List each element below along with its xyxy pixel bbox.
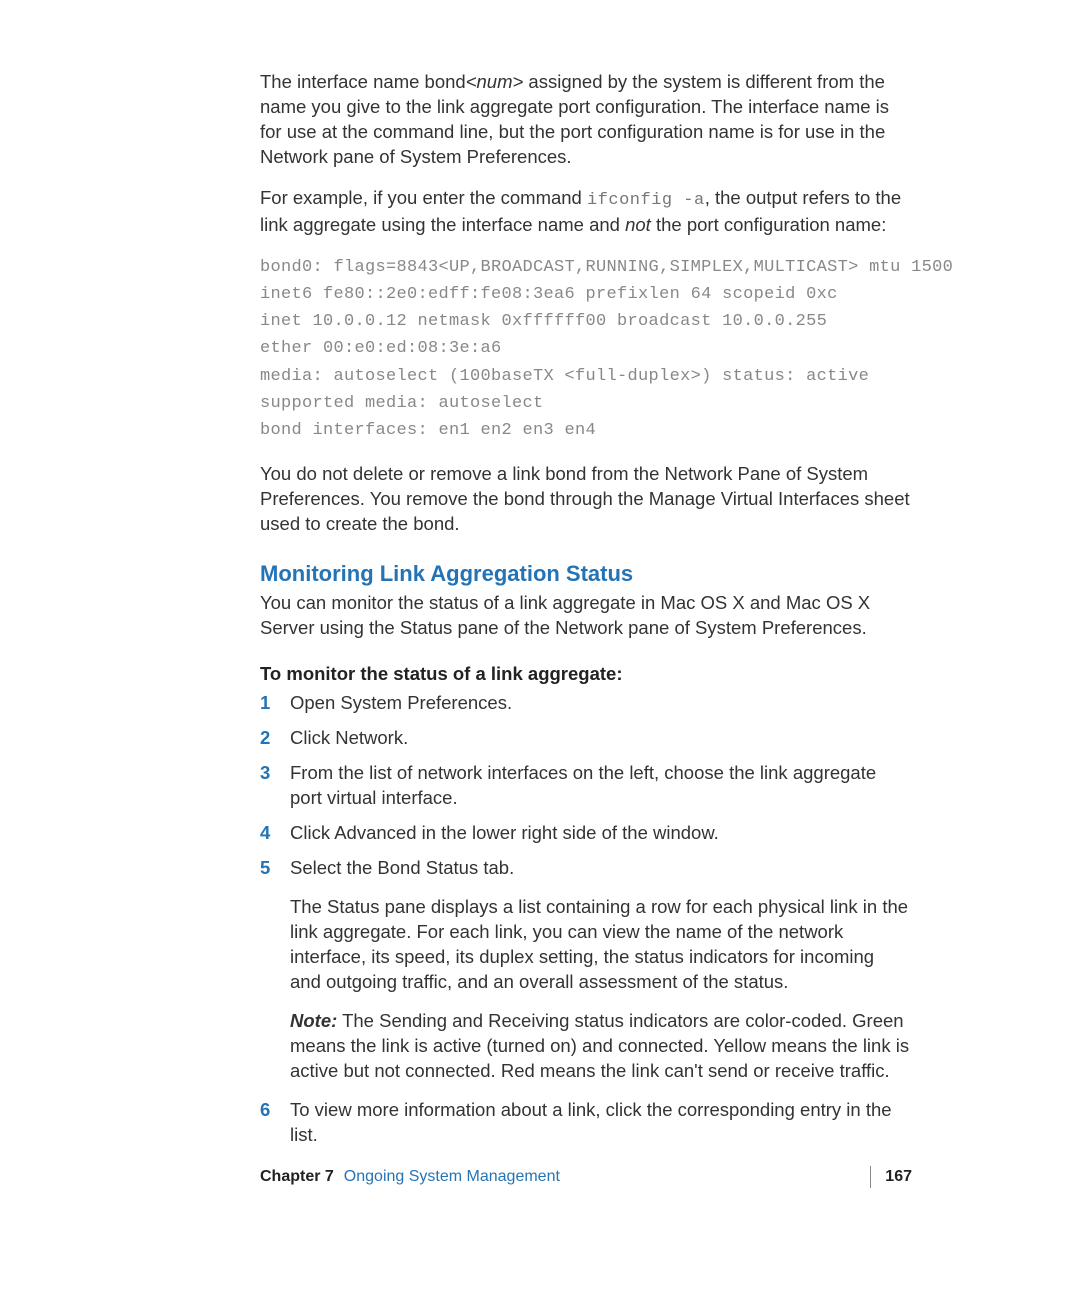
page-number: 167 <box>885 1168 912 1186</box>
step-2: Click Network. <box>260 726 910 751</box>
footer-right: 167 <box>856 1166 912 1188</box>
footer-divider <box>870 1166 871 1188</box>
footer-left: Chapter 7 Ongoing System Management <box>260 1168 560 1186</box>
code-line: inet6 fe80::2e0:edff:fe08:3ea6 prefixlen… <box>260 281 910 308</box>
code-line: media: autoselect (100baseTX <full-duple… <box>260 363 910 390</box>
note-text: The Sending and Receiving status indicat… <box>290 1010 909 1081</box>
step-6: To view more information about a link, c… <box>260 1098 910 1148</box>
text: For example, if you enter the command <box>260 187 587 208</box>
code-line: bond0: flags=8843<UP,BROADCAST,RUNNING,S… <box>260 254 910 281</box>
code-line: bond interfaces: en1 en2 en3 en4 <box>260 417 910 444</box>
page-content: The interface name bond<num> assigned by… <box>0 0 1080 1296</box>
inline-code: ifconfig -a <box>587 191 705 210</box>
steps-heading: To monitor the status of a link aggregat… <box>260 663 910 685</box>
text: The interface name bond <box>260 71 466 92</box>
paragraph-delete-bond: You do not delete or remove a link bond … <box>260 462 910 537</box>
step-5-note: Note: The Sending and Receiving status i… <box>290 1009 910 1084</box>
step-1: Open System Preferences. <box>260 691 910 716</box>
code-line: inet 10.0.0.12 netmask 0xffffff00 broadc… <box>260 308 910 335</box>
step-5-detail-1: The Status pane displays a list containi… <box>290 895 910 995</box>
code-block-ifconfig-output: bond0: flags=8843<UP,BROADCAST,RUNNING,S… <box>260 254 910 444</box>
page-footer: Chapter 7 Ongoing System Management 167 <box>260 1166 912 1188</box>
step-3: From the list of network interfaces on t… <box>260 761 910 811</box>
step-5: Select the Bond Status tab. <box>260 856 910 881</box>
paragraph-example-command: For example, if you enter the command if… <box>260 186 910 238</box>
text-italic: not <box>625 214 651 235</box>
chapter-title: Ongoing System Management <box>344 1168 560 1186</box>
text-italic: <num> <box>466 71 524 92</box>
code-line: ether 00:e0:ed:08:3e:a6 <box>260 335 910 362</box>
step-4: Click Advanced in the lower right side o… <box>260 821 910 846</box>
chapter-label: Chapter 7 <box>260 1168 334 1186</box>
text: the port configuration name: <box>651 214 887 235</box>
note-label: Note: <box>290 1010 337 1031</box>
steps-list-continued: To view more information about a link, c… <box>260 1098 910 1148</box>
paragraph-monitor-intro: You can monitor the status of a link agg… <box>260 591 910 641</box>
code-line: supported media: autoselect <box>260 390 910 417</box>
heading-monitoring: Monitoring Link Aggregation Status <box>260 561 910 587</box>
paragraph-interface-name: The interface name bond<num> assigned by… <box>260 70 910 170</box>
steps-list: Open System Preferences. Click Network. … <box>260 691 910 881</box>
